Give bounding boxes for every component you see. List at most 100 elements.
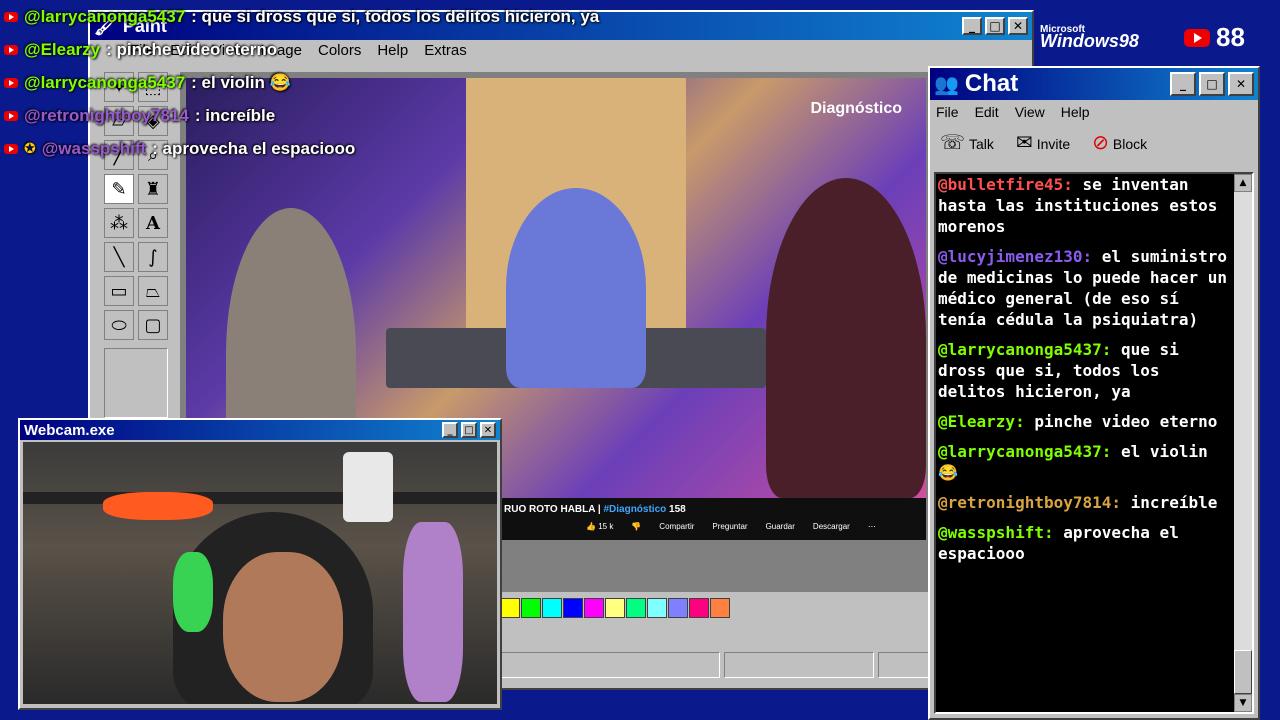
menu-edit[interactable]: Edit bbox=[975, 104, 999, 120]
talk-label: Talk bbox=[969, 136, 994, 152]
invite-icon: ✉ bbox=[1015, 130, 1033, 154]
chat-message: @bulletfire45: se inventan hasta las ins… bbox=[938, 174, 1228, 237]
webcam-feed bbox=[23, 442, 497, 704]
flowers bbox=[103, 492, 213, 520]
overlay-user: @retronightboy7814 bbox=[24, 105, 189, 125]
viewer-count: 88 bbox=[1184, 22, 1245, 53]
color-swatch[interactable] bbox=[647, 598, 667, 618]
chat-username[interactable]: @Elearzy: bbox=[938, 412, 1025, 431]
close-button[interactable]: ✕ bbox=[1228, 72, 1254, 96]
chat-window: 👥 Chat _ □ ✕ File Edit View Help ☏ Talk ✉… bbox=[928, 66, 1260, 720]
color-swatch[interactable] bbox=[563, 598, 583, 618]
green-headset bbox=[173, 552, 213, 632]
color-palette bbox=[500, 598, 730, 618]
overlay-text: : increíble bbox=[194, 105, 276, 125]
chat-scrollbar[interactable]: ▲ ▼ bbox=[1234, 174, 1252, 712]
rectangle-icon[interactable]: ▭ bbox=[104, 276, 134, 306]
scroll-up-icon[interactable]: ▲ bbox=[1234, 174, 1252, 192]
chat-username[interactable]: @larrycanonga5437: bbox=[938, 442, 1111, 461]
streamer-face bbox=[223, 552, 343, 702]
menu-file[interactable]: File bbox=[936, 104, 959, 120]
more-icon[interactable]: ⋯ bbox=[868, 522, 876, 531]
youtube-icon bbox=[4, 77, 18, 88]
thumbs-up-icon: 👍 bbox=[586, 522, 596, 531]
paper-rolls bbox=[343, 452, 393, 522]
close-button[interactable]: ✕ bbox=[1008, 17, 1028, 35]
overlay-chat-line: @Elearzy: pinche video eterno bbox=[4, 33, 599, 66]
chat-username[interactable]: @lucyjimenez130: bbox=[938, 247, 1092, 266]
youtube-icon bbox=[4, 11, 18, 22]
video-hashtag[interactable]: #Diagnóstico bbox=[603, 504, 666, 515]
youtube-icon bbox=[4, 44, 18, 55]
color-swatch[interactable] bbox=[500, 598, 520, 618]
dislike-icon[interactable]: 👎 bbox=[631, 522, 641, 531]
shelf bbox=[23, 492, 497, 504]
overlay-text: : aprovecha el espaciooo bbox=[152, 138, 356, 158]
chat-log[interactable]: @bulletfire45: se inventan hasta las ins… bbox=[934, 172, 1254, 714]
save-button[interactable]: Guardar bbox=[766, 522, 795, 531]
minimize-button[interactable]: _ bbox=[1170, 72, 1196, 96]
rounded-rect-icon[interactable]: ▢ bbox=[138, 310, 168, 340]
color-swatch[interactable] bbox=[710, 598, 730, 618]
color-swatch[interactable] bbox=[626, 598, 646, 618]
chat-username[interactable]: @retronightboy7814: bbox=[938, 493, 1121, 512]
minimize-button[interactable]: _ bbox=[962, 17, 982, 35]
invite-button[interactable]: ✉ Invite bbox=[1016, 130, 1070, 154]
block-button[interactable]: ⊘ Block bbox=[1092, 130, 1147, 154]
webcam-titlebar[interactable]: Webcam.exe _ □ ✕ bbox=[20, 420, 500, 440]
talk-icon: ☏ bbox=[940, 130, 966, 154]
windows-label: Windows98 bbox=[1040, 31, 1139, 51]
like-button[interactable]: 👍 15 k bbox=[586, 522, 613, 531]
text-icon[interactable]: A bbox=[138, 208, 168, 238]
overlay-user: @Elearzy bbox=[24, 39, 101, 59]
download-button[interactable]: Descargar bbox=[813, 522, 850, 531]
overlay-user: @larrycanonga5437 bbox=[24, 6, 186, 26]
star-badge-icon: ✪ bbox=[24, 140, 36, 157]
close-button[interactable]: ✕ bbox=[480, 422, 496, 438]
block-label: Block bbox=[1112, 136, 1148, 152]
video-person-center bbox=[506, 188, 646, 388]
share-button[interactable]: Compartir bbox=[659, 522, 694, 531]
color-swatch[interactable] bbox=[521, 598, 541, 618]
block-icon: ⊘ bbox=[1092, 130, 1109, 154]
airbrush-icon[interactable]: ⁂ bbox=[104, 208, 134, 238]
color-swatch[interactable] bbox=[689, 598, 709, 618]
menu-view[interactable]: View bbox=[1015, 104, 1045, 120]
brush-icon[interactable]: ♜ bbox=[138, 174, 168, 204]
scroll-down-icon[interactable]: ▼ bbox=[1234, 694, 1252, 712]
color-swatch[interactable] bbox=[542, 598, 562, 618]
color-swatch[interactable] bbox=[584, 598, 604, 618]
chat-username[interactable]: @larrycanonga5437: bbox=[938, 340, 1111, 359]
ellipse-icon[interactable]: ⬭ bbox=[104, 310, 134, 340]
ask-button[interactable]: Preguntar bbox=[712, 522, 747, 531]
pencil-icon[interactable]: ✎ bbox=[104, 174, 134, 204]
color-swatch[interactable] bbox=[668, 598, 688, 618]
overlay-chat-line: @retronightboy7814: increíble bbox=[4, 99, 599, 132]
chat-message: @lucyjimenez130: el suministro de medici… bbox=[938, 246, 1228, 330]
chat-titlebar[interactable]: 👥 Chat _ □ ✕ bbox=[930, 68, 1258, 100]
chat-message: @Elearzy: pinche video eterno bbox=[938, 411, 1228, 432]
video-title: RUO ROTO HABLA | #Diagnóstico 158 bbox=[504, 504, 686, 515]
maximize-button[interactable]: □ bbox=[461, 422, 477, 438]
chat-username[interactable]: @wasspshift: bbox=[938, 523, 1054, 542]
overlay-user: @wasspshift bbox=[41, 138, 147, 158]
polygon-icon[interactable]: ⏢ bbox=[138, 276, 168, 306]
color-swatch[interactable] bbox=[605, 598, 625, 618]
scroll-thumb[interactable] bbox=[1234, 650, 1252, 694]
tool-options[interactable] bbox=[104, 348, 168, 418]
overlay-chat-line: @larrycanonga5437: que si dross que si, … bbox=[4, 0, 599, 33]
video-title-prefix: RUO ROTO HABLA | bbox=[504, 504, 604, 515]
line-icon[interactable]: ╲ bbox=[104, 242, 134, 272]
overlay-chat-line: @larrycanonga5437: el violin 😂 bbox=[4, 66, 599, 99]
chat-message: @larrycanonga5437: el violin 😂 bbox=[938, 441, 1228, 483]
minimize-button[interactable]: _ bbox=[442, 422, 458, 438]
curve-icon[interactable]: ∫ bbox=[138, 242, 168, 272]
youtube-icon bbox=[4, 143, 18, 154]
talk-button[interactable]: ☏ Talk bbox=[940, 130, 994, 154]
maximize-button[interactable]: □ bbox=[1199, 72, 1225, 96]
chat-message: @larrycanonga5437: que si dross que si, … bbox=[938, 339, 1228, 402]
chat-message: @wasspshift: aprovecha el espaciooo bbox=[938, 522, 1228, 564]
chat-username[interactable]: @bulletfire45: bbox=[938, 175, 1073, 194]
menu-help[interactable]: Help bbox=[1061, 104, 1090, 120]
maximize-button[interactable]: □ bbox=[985, 17, 1005, 35]
